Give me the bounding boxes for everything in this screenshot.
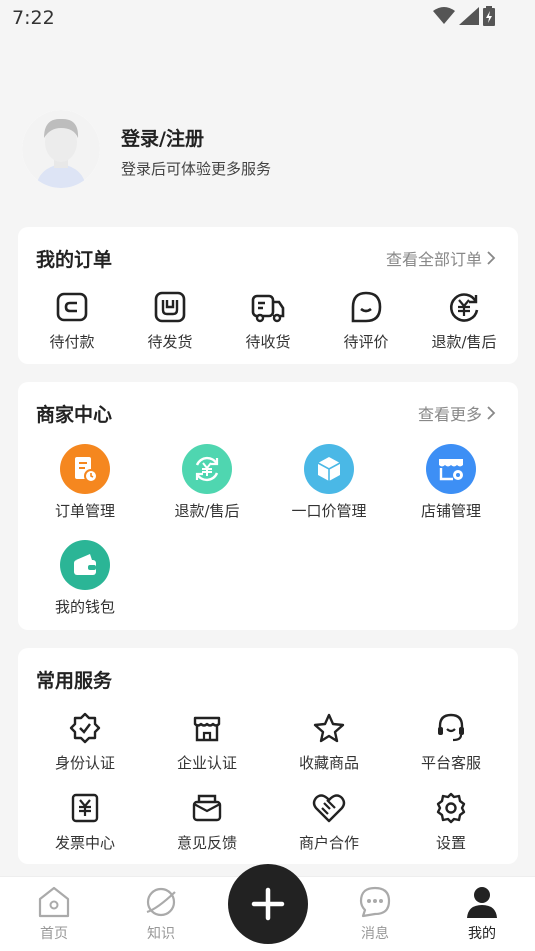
order-item-label: 待评价	[343, 333, 389, 351]
services-card: 常用服务 身份认证 企业认证 收藏商品 平台客服 发票中心 意见反馈 商户合作 …	[18, 648, 518, 864]
wallet-icon	[60, 540, 110, 590]
orders-card: 我的订单 查看全部订单 待付款 待发货 待收货 待评价 退款/售后	[18, 227, 518, 364]
service-identity-verify[interactable]: 身份认证	[40, 710, 130, 773]
user-icon	[467, 887, 497, 918]
service-item-label: 收藏商品	[298, 754, 359, 772]
status-bar: 7:22	[0, 0, 535, 36]
headset-icon	[438, 713, 464, 742]
star-icon	[313, 713, 345, 743]
service-item-label: 意见反馈	[176, 834, 237, 852]
comment-icon	[351, 291, 382, 323]
service-enterprise-verify[interactable]: 企业认证	[162, 710, 252, 773]
signal-icon	[459, 7, 479, 25]
gear-icon	[436, 792, 466, 824]
status-time: 7:22	[12, 7, 55, 29]
view-all-orders-label: 查看全部订单	[385, 250, 482, 269]
tab-knowledge[interactable]: 知识	[126, 885, 196, 943]
service-item-label: 发票中心	[54, 834, 115, 852]
order-item-label: 待付款	[49, 333, 95, 351]
login-register-link[interactable]: 登录/注册	[121, 124, 204, 151]
tab-home[interactable]: 首页	[19, 885, 89, 943]
service-item-label: 商户合作	[298, 834, 359, 852]
order-pending-shipment[interactable]: 待发货	[134, 289, 206, 352]
tab-label: 消息	[361, 926, 389, 942]
service-settings[interactable]: 设置	[406, 790, 496, 853]
shop-icon	[193, 716, 221, 742]
merchant-item-label: 店铺管理	[420, 502, 481, 520]
avatar-placeholder-icon	[22, 110, 100, 188]
order-pending-review[interactable]: 待评价	[330, 289, 402, 352]
service-merchant-cooperation[interactable]: 商户合作	[284, 790, 374, 853]
merchant-item-label: 订单管理	[54, 502, 115, 520]
merchant-store-management[interactable]: 店铺管理	[406, 444, 496, 521]
wifi-icon	[433, 7, 455, 24]
service-item-label: 设置	[435, 834, 466, 852]
service-feedback[interactable]: 意见反馈	[162, 790, 252, 853]
chevron-right-icon	[487, 406, 496, 420]
tab-label: 首页	[40, 926, 68, 942]
invoice-icon	[71, 793, 99, 823]
merchant-item-label: 退款/售后	[174, 502, 240, 520]
order-item-label: 待发货	[147, 333, 193, 351]
tab-label: 我的	[468, 926, 496, 942]
order-refund[interactable]: 退款/售后	[422, 289, 506, 352]
feedback-icon	[192, 794, 222, 822]
store-settings-icon	[426, 444, 476, 494]
merchant-item-label: 一口价管理	[291, 502, 367, 520]
service-customer-support[interactable]: 平台客服	[406, 710, 496, 773]
package-icon	[154, 291, 186, 323]
merchant-item-label: 我的钱包	[54, 598, 115, 616]
refund-cycle-icon	[182, 444, 232, 494]
order-item-label: 退款/售后	[431, 333, 497, 351]
chevron-right-icon	[487, 251, 496, 265]
service-item-label: 身份认证	[54, 754, 115, 772]
order-pending-payment[interactable]: 待付款	[36, 289, 108, 352]
service-invoice-center[interactable]: 发票中心	[40, 790, 130, 853]
tab-messages[interactable]: 消息	[340, 885, 410, 943]
publish-button[interactable]	[228, 864, 308, 944]
services-title: 常用服务	[36, 670, 113, 692]
wallet-card-icon	[56, 292, 88, 322]
box-icon	[304, 444, 354, 494]
profile-header[interactable]: 登录/注册 登录后可体验更多服务	[22, 110, 502, 190]
merchant-more-label: 查看更多	[417, 405, 482, 424]
chat-icon	[359, 886, 391, 918]
planet-icon	[146, 887, 176, 917]
merchant-wallet[interactable]: 我的钱包	[40, 540, 130, 617]
tab-label: 知识	[147, 926, 175, 942]
merchant-order-management[interactable]: 订单管理	[40, 444, 130, 521]
merchant-card: 商家中心 查看更多 订单管理 退款/售后 一口价管理 店铺管理 我的钱包	[18, 382, 518, 630]
service-favorites[interactable]: 收藏商品	[284, 710, 374, 773]
refund-icon	[449, 293, 479, 322]
order-item-label: 待收货	[245, 333, 291, 351]
order-pending-receipt[interactable]: 待收货	[232, 289, 304, 352]
home-icon	[38, 886, 70, 918]
orders-title: 我的订单	[36, 249, 113, 271]
badge-check-icon	[69, 712, 101, 744]
merchant-title: 商家中心	[36, 404, 113, 426]
status-icons	[433, 6, 495, 26]
order-manage-icon	[60, 444, 110, 494]
service-item-label: 平台客服	[420, 754, 481, 772]
merchant-refund[interactable]: 退款/售后	[162, 444, 252, 521]
merchant-more-link[interactable]: 查看更多	[418, 401, 496, 425]
tab-mine[interactable]: 我的	[447, 885, 517, 943]
battery-icon	[483, 6, 495, 26]
handshake-icon	[312, 794, 346, 823]
view-all-orders-link[interactable]: 查看全部订单	[386, 246, 496, 270]
avatar[interactable]	[22, 110, 100, 188]
truck-icon	[251, 294, 285, 323]
merchant-fixed-price[interactable]: 一口价管理	[284, 444, 374, 521]
service-item-label: 企业认证	[176, 754, 237, 772]
plus-icon	[251, 887, 285, 921]
login-hint: 登录后可体验更多服务	[121, 160, 272, 178]
